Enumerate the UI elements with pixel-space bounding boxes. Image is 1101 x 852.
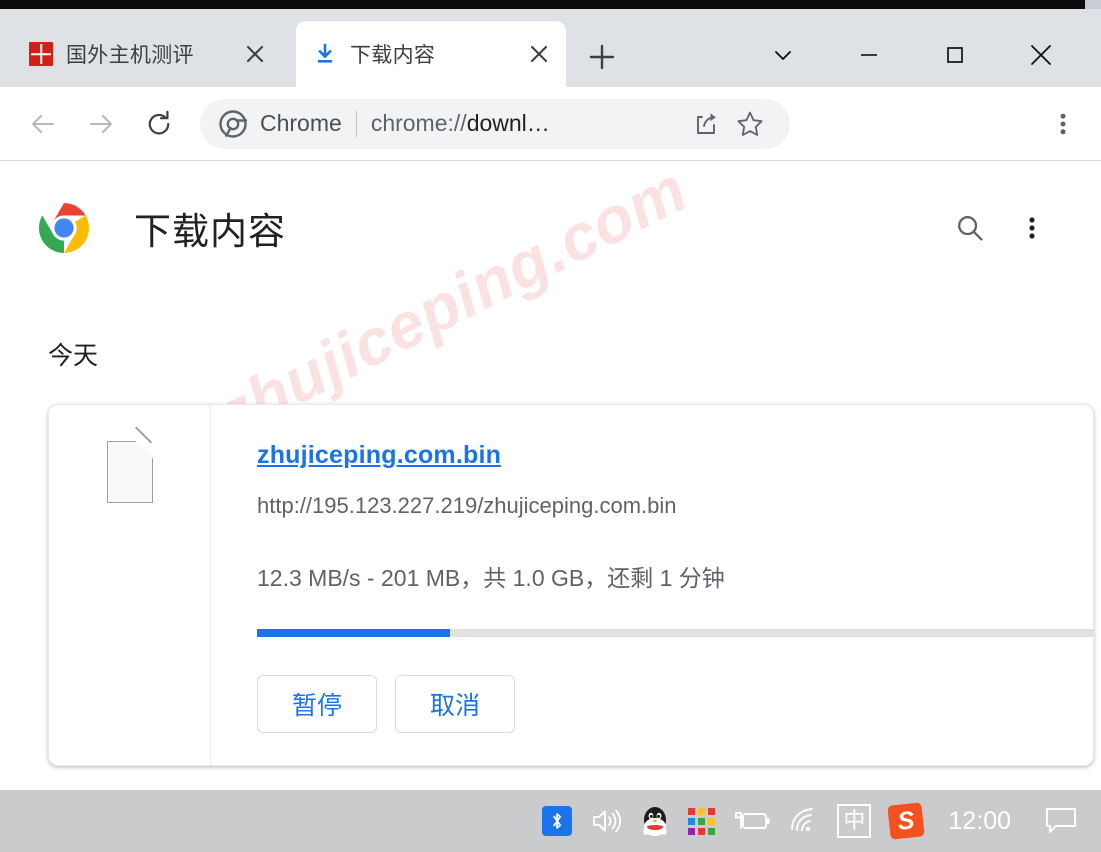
file-icon-column xyxy=(49,405,211,765)
tab-guowai-zhuji-ceping[interactable]: 国外主机测评 xyxy=(12,21,282,87)
omnibox-url: chrome://downl… xyxy=(371,110,684,137)
address-bar[interactable]: Chrome chrome://downl… xyxy=(200,98,790,149)
share-icon[interactable] xyxy=(684,102,728,146)
new-tab-button[interactable] xyxy=(582,37,622,77)
pause-button[interactable]: 暂停 xyxy=(257,675,377,733)
chrome-logo-icon xyxy=(218,109,248,139)
tab-search-chevron-down-icon[interactable] xyxy=(740,18,826,92)
maximize-button[interactable] xyxy=(912,18,998,92)
download-source-url: http://195.123.227.219/zhujiceping.com.b… xyxy=(257,493,677,518)
tab-title: 下载内容 xyxy=(350,44,436,67)
color-grid-icon[interactable] xyxy=(679,790,724,852)
notification-icon[interactable] xyxy=(1027,790,1101,852)
download-item-card: zhujiceping.com.bin http://195.123.227.2… xyxy=(48,404,1094,766)
download-filename-link[interactable]: zhujiceping.com.bin xyxy=(257,441,501,470)
back-button[interactable] xyxy=(14,95,72,153)
window-top-edge-right xyxy=(1085,0,1101,9)
sogou-label: S xyxy=(887,802,926,840)
downloads-header: 下载内容 xyxy=(0,183,1101,273)
window-top-edge xyxy=(0,0,1101,9)
download-status-text: 12.3 MB/s - 201 MB，共 1.0 GB，还剩 1 分钟 xyxy=(257,565,725,591)
chrome-logo-icon xyxy=(38,202,90,254)
downloads-menu-button[interactable] xyxy=(1001,197,1063,259)
forward-button[interactable] xyxy=(72,95,130,153)
qq-icon[interactable] xyxy=(631,790,679,852)
close-icon[interactable] xyxy=(238,37,272,71)
omnibox-divider xyxy=(355,110,357,137)
search-icon[interactable] xyxy=(939,197,1001,259)
taskbar-clock[interactable]: 12:00 xyxy=(932,807,1027,836)
bluetooth-icon[interactable] xyxy=(533,790,581,852)
browser-window: 国外主机测评 下载内容 Chrome chrome://downl… zhuji… xyxy=(0,0,1101,852)
ime-label: 中 xyxy=(837,804,872,838)
download-icon xyxy=(312,41,338,67)
browser-menu-button[interactable] xyxy=(1035,96,1091,152)
download-progress-bar xyxy=(257,629,1093,637)
downloads-header-actions xyxy=(939,197,1101,259)
tab-title: 国外主机测评 xyxy=(66,44,194,67)
download-item-details: zhujiceping.com.bin http://195.123.227.2… xyxy=(211,405,1093,765)
battery-charging-icon[interactable] xyxy=(724,790,780,852)
reload-button[interactable] xyxy=(130,95,188,153)
minimize-button[interactable] xyxy=(826,18,912,92)
page-title: 下载内容 xyxy=(134,211,286,252)
section-header-today: 今天 xyxy=(48,342,99,370)
download-action-buttons: 暂停 取消 xyxy=(257,675,1093,733)
site-favicon-icon xyxy=(28,41,54,67)
sogou-input-icon[interactable]: S xyxy=(880,790,932,852)
generic-file-icon xyxy=(106,426,153,503)
star-icon[interactable] xyxy=(728,102,772,146)
omnibox-url-suffix: … xyxy=(526,110,550,136)
close-button[interactable] xyxy=(998,18,1084,92)
ime-icon[interactable]: 中 xyxy=(828,790,880,852)
browser-toolbar: Chrome chrome://downl… xyxy=(0,87,1101,161)
cancel-button[interactable]: 取消 xyxy=(395,675,515,733)
volume-icon[interactable] xyxy=(581,790,631,852)
download-progress-fill xyxy=(257,629,451,637)
close-icon[interactable] xyxy=(522,37,556,71)
wifi-icon[interactable] xyxy=(780,790,828,852)
downloads-page: zhujiceping.com 下载内容 今天 zhujiceping.com.… xyxy=(0,161,1101,790)
window-controls xyxy=(740,18,1085,92)
windows-taskbar: 中 S 12:00 xyxy=(0,790,1101,852)
tab-downloads[interactable]: 下载内容 xyxy=(296,21,566,87)
tab-strip: 国外主机测评 下载内容 xyxy=(0,9,1101,87)
omnibox-url-prefix: chrome:// xyxy=(370,110,467,136)
omnibox-chip-label: Chrome xyxy=(260,110,342,136)
omnibox-url-highlight: downl xyxy=(466,110,527,136)
